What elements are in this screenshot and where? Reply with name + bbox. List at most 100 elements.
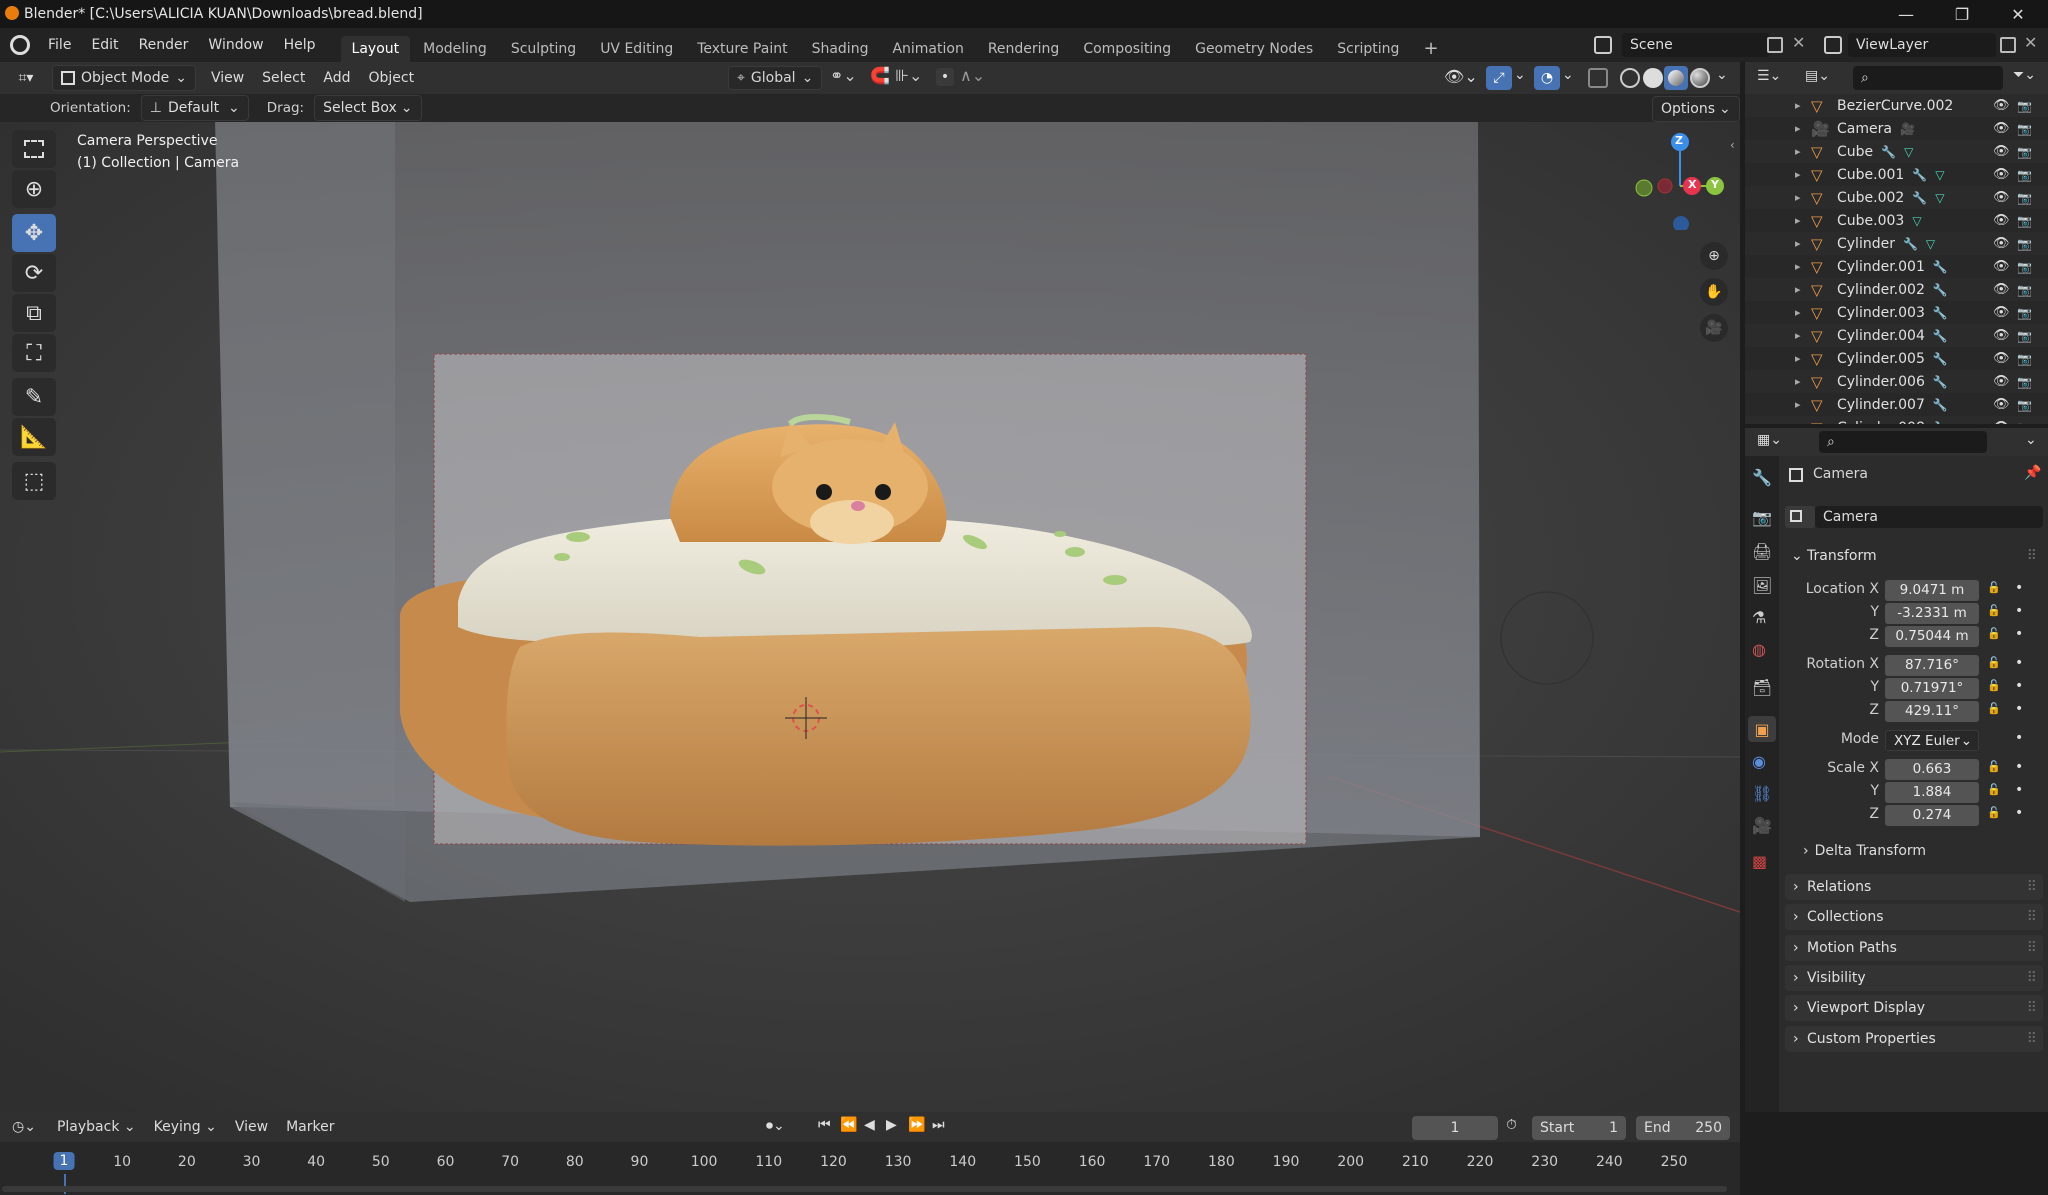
outliner-item[interactable]: ▸ ▽ Cube 🔧 ▽ 👁 📷 <box>1745 140 2048 163</box>
eye-icon[interactable]: 👁 <box>1993 305 2010 320</box>
render-camera-icon[interactable]: 📷 <box>2017 191 2032 205</box>
new-viewlayer-icon[interactable] <box>2000 37 2016 53</box>
menu-window[interactable]: Window <box>198 28 273 62</box>
scene-field[interactable]: Scene <box>1622 33 1770 57</box>
timeline-view-menu[interactable]: View <box>226 1114 277 1140</box>
outliner-item[interactable]: ▸ 🎥 Camera 🎥 👁 📷 <box>1745 117 2048 140</box>
outliner-item[interactable]: ▸ ▽ Cylinder.001 🔧 👁 📷 <box>1745 255 2048 278</box>
add-menu[interactable]: Add <box>314 65 359 91</box>
keyframe-dot-icon[interactable]: • <box>2015 805 2023 821</box>
keyframe-dot-icon[interactable]: • <box>2015 580 2023 596</box>
pivot-point-icon[interactable]: ⚭⌄ <box>830 66 857 85</box>
rendered-shading-icon[interactable] <box>1690 68 1710 88</box>
navigation-gizmo[interactable]: Z X Y <box>1630 130 1730 232</box>
expand-arrow-icon[interactable]: ▸ <box>1795 352 1811 365</box>
properties-options-icon[interactable]: ⌄ <box>2025 432 2037 448</box>
expand-arrow-icon[interactable]: ▸ <box>1795 329 1811 342</box>
jump-start-icon[interactable]: ⏮ <box>818 1117 831 1133</box>
outliner-item[interactable]: ▸ ▽ Cylinder.007 🔧 👁 📷 <box>1745 393 2048 416</box>
modifier-icon[interactable]: 🔧 <box>1933 306 1948 320</box>
solid-shading-icon[interactable] <box>1643 68 1663 88</box>
play-icon[interactable]: ▶ <box>886 1117 897 1133</box>
outliner-item[interactable]: ▸ ▽ Cylinder.006 🔧 👁 📷 <box>1745 370 2048 393</box>
shading-dropdown-icon[interactable]: ⌄ <box>1716 67 1728 83</box>
material-preview-icon[interactable] <box>1664 66 1688 90</box>
output-tab-icon[interactable]: 🖨 <box>1752 542 1772 561</box>
timeline-editor-icon[interactable]: ◷⌄ <box>12 1119 36 1135</box>
camera-data-icon[interactable]: 🎥 <box>1900 122 1915 136</box>
keyframe-dot-icon[interactable]: • <box>2015 701 2023 717</box>
mesh-icon[interactable]: ▽ <box>1912 214 1921 228</box>
panel-collections[interactable]: › Collections ⠿ <box>1785 904 2043 931</box>
drag-handle-icon[interactable]: ⠿ <box>2027 874 2037 900</box>
tab-rendering[interactable]: Rendering <box>977 36 1071 62</box>
render-camera-icon[interactable]: 📷 <box>2017 375 2032 389</box>
scene-tab-icon[interactable]: ⚗ <box>1752 608 1766 627</box>
tab-animation[interactable]: Animation <box>881 36 974 62</box>
physics-tab-icon[interactable]: ◉ <box>1752 752 1766 771</box>
orientation-dropdown[interactable]: ⊥ Default ⌄ <box>140 95 249 121</box>
render-camera-icon[interactable]: 📷 <box>2017 122 2032 136</box>
tool-tab-icon[interactable]: 🔧 <box>1752 468 1772 487</box>
gizmo-dropdown-icon[interactable]: ⌄ <box>1514 67 1526 83</box>
outliner-item[interactable]: ▸ ▽ Cylinder.004 🔧 👁 📷 <box>1745 324 2048 347</box>
keyframe-dot-icon[interactable]: • <box>2015 782 2023 798</box>
modifier-icon[interactable]: 🔧 <box>1933 421 1948 425</box>
xray-toggle-icon[interactable] <box>1588 68 1608 88</box>
collection-tab-icon[interactable]: 🗃 <box>1752 678 1772 697</box>
expand-arrow-icon[interactable]: ▸ <box>1795 191 1811 204</box>
render-camera-icon[interactable]: 📷 <box>2017 398 2032 412</box>
modifier-icon[interactable]: 🔧 <box>1881 145 1896 159</box>
move-tool[interactable]: ✥ <box>12 214 56 252</box>
minimize-button[interactable]: — <box>1878 0 1934 28</box>
tab-scripting[interactable]: Scripting <box>1326 36 1410 62</box>
keyframe-dot-icon[interactable]: • <box>2015 626 2023 642</box>
object-browse-button[interactable] <box>1785 506 1815 528</box>
location-x-field[interactable]: 9.0471 m <box>1885 580 1979 601</box>
eye-icon[interactable]: 👁 <box>1993 190 2010 205</box>
delete-scene-icon[interactable]: ✕ <box>1792 33 1805 52</box>
mesh-icon[interactable]: ▽ <box>1904 145 1913 159</box>
marker-menu[interactable]: Marker <box>277 1114 343 1140</box>
drag-handle-icon[interactable]: ⠿ <box>2027 543 2037 569</box>
gizmo-toggle-icon[interactable]: ⤢ <box>1486 66 1512 90</box>
cursor-tool[interactable]: ⊕ <box>12 170 56 208</box>
world-tab-icon[interactable]: ◍ <box>1752 640 1766 659</box>
tab-layout[interactable]: Layout <box>340 36 411 62</box>
pan-hand-icon[interactable]: ✋ <box>1700 278 1728 306</box>
current-frame-indicator[interactable]: 1 <box>53 1152 75 1170</box>
render-camera-icon[interactable]: 📷 <box>2017 214 2032 228</box>
scale-y-field[interactable]: 1.884 <box>1885 782 1979 803</box>
render-camera-icon[interactable]: 📷 <box>2017 306 2032 320</box>
outliner-search-input[interactable]: ⌕ <box>1853 66 2003 90</box>
eye-icon[interactable]: 👁 <box>1993 328 2010 343</box>
scene-icon[interactable] <box>1594 36 1612 54</box>
eye-icon[interactable]: 👁 <box>1993 144 2010 159</box>
expand-arrow-icon[interactable]: ▸ <box>1795 99 1811 112</box>
panel-viewport-display[interactable]: › Viewport Display ⠿ <box>1785 995 2043 1022</box>
expand-arrow-icon[interactable]: ▸ <box>1795 237 1811 250</box>
render-camera-icon[interactable]: 📷 <box>2017 168 2032 182</box>
outliner-item[interactable]: ▸ ▽ Cylinder.005 🔧 👁 📷 <box>1745 347 2048 370</box>
properties-editor-icon[interactable]: ▦⌄ <box>1757 432 1782 448</box>
expand-arrow-icon[interactable]: ▸ <box>1795 306 1811 319</box>
expand-arrow-icon[interactable]: ▸ <box>1795 398 1811 411</box>
mesh-icon[interactable]: ▽ <box>1926 237 1935 251</box>
panel-visibility[interactable]: › Visibility ⠿ <box>1785 964 2043 991</box>
expand-arrow-icon[interactable]: ▸ <box>1795 168 1811 181</box>
expand-arrow-icon[interactable]: ▸ <box>1795 283 1811 296</box>
3d-viewport[interactable]: ⊕ ✥ ⟳ ⧉ ⛶ ✎ 📐 ⬚ Camera Perspective (1) C… <box>0 122 1740 1112</box>
current-frame-field[interactable]: 1 <box>1412 1116 1498 1140</box>
modifier-icon[interactable]: 🔧 <box>1933 352 1948 366</box>
view-layer-tab-icon[interactable]: 🖼 <box>1752 576 1772 595</box>
eye-icon[interactable]: 👁 <box>1993 213 2010 228</box>
expand-arrow-icon[interactable]: ▸ <box>1795 375 1811 388</box>
jump-end-icon[interactable]: ⏭ <box>932 1117 945 1133</box>
expand-arrow-icon[interactable]: ▸ <box>1795 214 1811 227</box>
camera-view-icon[interactable]: 🎥 <box>1700 314 1728 342</box>
timeline-scrollbar[interactable] <box>2 1186 1727 1192</box>
scale-z-field[interactable]: 0.274 <box>1885 805 1979 826</box>
expand-arrow-icon[interactable]: ▸ <box>1795 145 1811 158</box>
add-cube-tool[interactable]: ⬚ <box>12 462 56 500</box>
outliner-item[interactable]: ▸ ▽ Cube.003 ▽ 👁 📷 <box>1745 209 2048 232</box>
